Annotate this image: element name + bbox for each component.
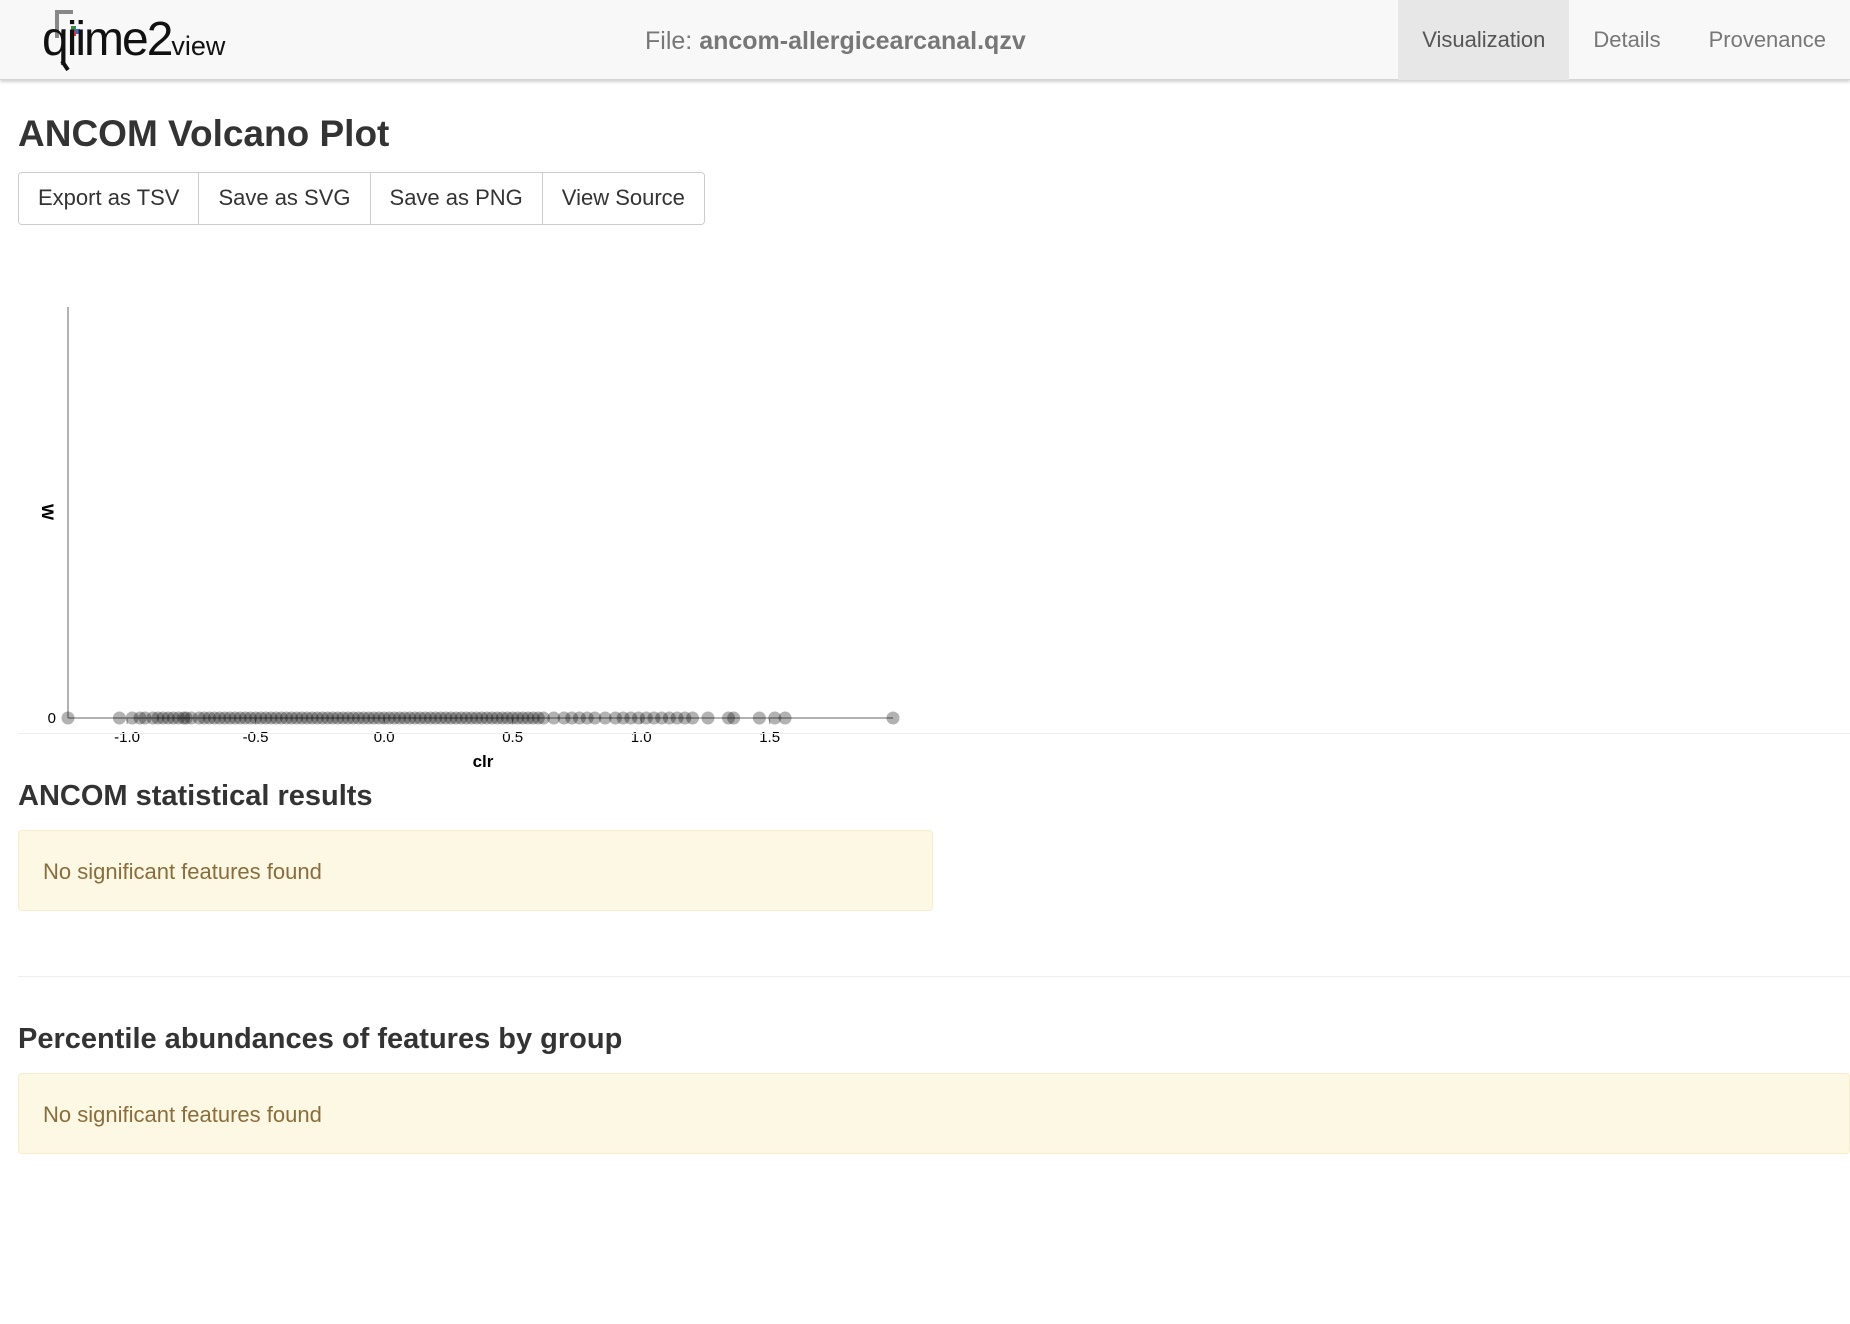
logo-two: 2 [146, 13, 174, 66]
logo-wordmark: qiime2view [42, 16, 225, 64]
export-toolbar: Export as TSV Save as SVG Save as PNG Vi… [18, 172, 705, 225]
data-point[interactable] [886, 711, 900, 725]
tab-details[interactable]: Details [1569, 0, 1684, 80]
save-png-button[interactable]: Save as PNG [370, 173, 543, 224]
x-tick-label: -1.0 [114, 729, 140, 746]
export-tsv-button[interactable]: Export as TSV [19, 173, 200, 224]
logo-view: view [171, 31, 226, 61]
file-prefix: File: [645, 27, 693, 55]
data-point[interactable] [778, 711, 792, 725]
x-tick-label: -0.5 [243, 729, 269, 746]
y-axis-label: W [38, 504, 57, 521]
volcano-plot: 0 clr W -1.0 -0.5 0.0 0.5 1.0 1.5 [38, 307, 900, 771]
percentile-section-title: Percentile abundances of features by gro… [18, 1023, 623, 1055]
x-tick-label: 1.5 [759, 729, 780, 746]
stats-alert: No significant features found [18, 830, 933, 911]
data-point[interactable] [61, 711, 75, 725]
view-source-button[interactable]: View Source [542, 173, 704, 224]
top-navbar: qiime2view File: ancom-allergicearcanal.… [0, 0, 1850, 80]
qiime2-view-logo[interactable]: qiime2view [42, 6, 252, 74]
section-divider [18, 976, 1850, 977]
x-axis-label: clr [473, 752, 494, 771]
tab-provenance[interactable]: Provenance [1685, 0, 1850, 80]
data-point[interactable] [752, 711, 766, 725]
x-tick-label: 0.0 [374, 729, 395, 746]
y-tick-label: 0 [48, 710, 56, 727]
save-svg-button[interactable]: Save as SVG [199, 173, 371, 224]
view-tabs: Visualization Details Provenance [1398, 0, 1850, 80]
page-title: ANCOM Volcano Plot [18, 113, 390, 154]
file-name-label: File: ancom-allergicearcanal.qzv [645, 27, 1026, 56]
x-tick-label: 1.0 [631, 729, 652, 746]
data-point[interactable] [686, 711, 700, 725]
data-points [61, 711, 900, 725]
percentile-alert: No significant features found [18, 1073, 1850, 1154]
data-point[interactable] [701, 711, 715, 725]
stats-section-title: ANCOM statistical results [18, 780, 373, 812]
tab-visualization[interactable]: Visualization [1398, 0, 1570, 80]
logo-qiime: qiime [42, 13, 149, 66]
data-point[interactable] [727, 711, 741, 725]
x-tick-label: 0.5 [502, 729, 523, 746]
data-point[interactable] [112, 711, 126, 725]
file-name: ancom-allergicearcanal.qzv [699, 27, 1026, 55]
section-divider [18, 733, 1850, 734]
